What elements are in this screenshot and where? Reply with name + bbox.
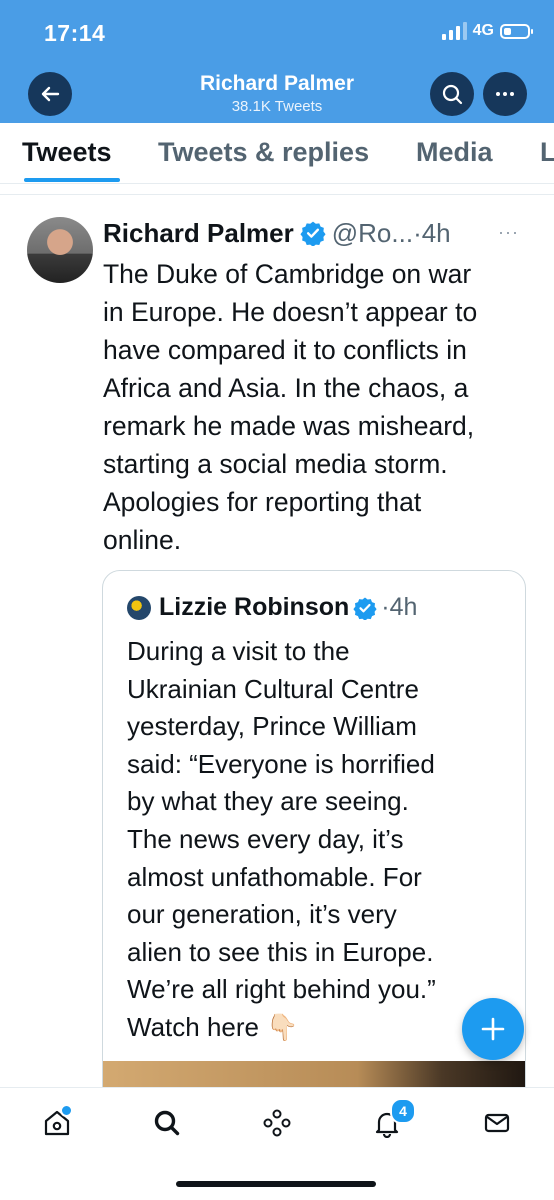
nav-search[interactable] <box>150 1106 184 1140</box>
search-icon <box>442 84 463 105</box>
author-handle[interactable]: @Ro... <box>332 218 413 249</box>
battery-level <box>504 27 511 35</box>
quoted-tweet-text: During a visit to the Ukrainian Cultural… <box>127 636 436 1042</box>
quoted-author-name: Lizzie Robinson <box>159 593 350 621</box>
tweet-text: The Duke of Cambridge on war in Europe. … <box>103 259 478 555</box>
compose-tweet-button[interactable] <box>462 998 524 1060</box>
verified-badge-icon <box>300 220 326 246</box>
battery-icon <box>500 23 533 39</box>
nav-home[interactable] <box>40 1104 74 1140</box>
author-name[interactable]: Richard Palmer <box>103 218 294 249</box>
signal-icon <box>441 22 467 40</box>
spaces-icon <box>263 1109 291 1137</box>
home-new-indicator <box>60 1104 73 1117</box>
tweet-more-button[interactable]: ··· <box>498 222 519 243</box>
status-indicators: 4G <box>441 22 533 40</box>
status-time: 17:14 <box>44 20 106 46</box>
tab-tweets-replies[interactable]: Tweets & replies <box>158 137 369 168</box>
search-button[interactable] <box>430 72 474 116</box>
tweet-header: Richard Palmer @Ro... ·4h ··· <box>103 216 533 250</box>
profile-header: 17:14 4G Richard Palmer 38.1K Tweets <box>0 0 554 123</box>
search-icon <box>154 1110 180 1136</box>
tab-media[interactable]: Media <box>416 137 493 168</box>
quoted-tweet-time: ·4h <box>381 593 418 621</box>
avatar[interactable] <box>27 217 93 283</box>
more-options-button[interactable] <box>483 72 527 116</box>
envelope-icon <box>484 1113 510 1133</box>
network-type: 4G <box>472 22 494 39</box>
home-indicator <box>176 1181 376 1187</box>
verified-badge-icon <box>353 596 377 620</box>
more-icon <box>496 92 514 96</box>
divider <box>0 194 554 195</box>
tab-tweets[interactable]: Tweets <box>22 137 112 168</box>
plus-icon <box>481 1017 505 1041</box>
nav-notifications[interactable]: 4 <box>370 1098 416 1140</box>
nav-messages[interactable] <box>480 1106 514 1140</box>
notifications-badge: 4 <box>390 1098 416 1124</box>
tab-likes[interactable]: L <box>540 137 554 168</box>
active-tab-indicator <box>24 178 120 182</box>
nav-spaces[interactable] <box>260 1106 294 1140</box>
quoted-tweet-header: Lizzie Robinson ·4h <box>127 593 417 622</box>
tweet-time: ·4h <box>413 217 451 248</box>
quoted-avatar <box>127 595 151 620</box>
profile-tabs: Tweets Tweets & replies Media L <box>0 123 554 184</box>
